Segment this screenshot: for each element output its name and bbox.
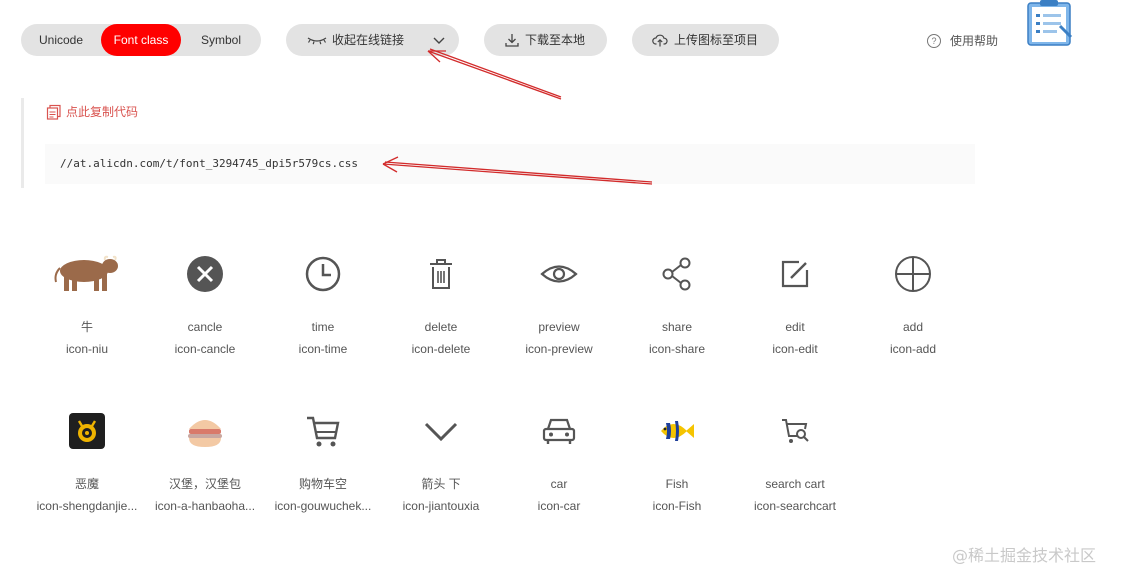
collapse-online-link-button[interactable]: 收起在线链接 xyxy=(286,24,459,56)
icon-name: 恶魔 xyxy=(74,477,99,491)
icon-class: icon-Fish xyxy=(652,499,702,513)
icon-grid: 牛 icon-niu cancle icon-cancle time icon-… xyxy=(28,240,988,540)
edit-icon xyxy=(781,260,809,288)
trash-icon xyxy=(430,259,452,289)
tab-font-class[interactable]: Font class xyxy=(101,24,181,56)
icon-class: icon-delete xyxy=(411,342,471,356)
toolbar: Unicode Font class Symbol 收起在线链接 下载至本地 上… xyxy=(0,0,1134,80)
icon-class: icon-time xyxy=(298,342,348,356)
watermark: @稀土掘金技术社区 xyxy=(952,546,1097,565)
icon-class: icon-share xyxy=(648,342,706,356)
icon-class: icon-gouwuchek... xyxy=(274,499,372,513)
cancel-icon xyxy=(187,256,223,292)
icon-card-preview[interactable]: preview icon-preview xyxy=(500,240,618,370)
cow-icon xyxy=(54,255,118,291)
icon-card-hanbaobao[interactable]: 汉堡，汉堡包 icon-a-hanbaoha... xyxy=(146,397,264,527)
share-icon xyxy=(662,257,691,291)
icon-name: 汉堡，汉堡包 xyxy=(168,477,241,491)
icon-class: icon-a-hanbaoha... xyxy=(154,499,256,513)
icon-class: icon-cancle xyxy=(174,342,236,356)
upload-to-project-button[interactable]: 上传图标至项目 xyxy=(632,24,779,56)
icon-class: icon-shengdanjie... xyxy=(36,499,138,513)
icon-card-niu[interactable]: 牛 icon-niu xyxy=(28,240,146,370)
icon-card-shengdanjie[interactable]: 恶魔 icon-shengdanjie... xyxy=(28,397,146,527)
chevron-down-icon xyxy=(424,422,458,442)
upload-to-project-label: 上传图标至项目 xyxy=(674,33,759,47)
code-type-switch: Unicode Font class Symbol xyxy=(21,24,261,56)
clock-icon xyxy=(305,256,341,292)
demon-icon xyxy=(69,413,105,449)
icon-name: car xyxy=(550,477,568,491)
hamburger-icon xyxy=(188,420,222,447)
icon-name: cancle xyxy=(187,320,223,334)
tab-unicode[interactable]: Unicode xyxy=(21,24,101,56)
download-button[interactable]: 下载至本地 xyxy=(484,24,607,56)
search-cart-icon xyxy=(782,419,809,443)
download-label: 下载至本地 xyxy=(525,33,586,47)
icon-name: delete xyxy=(424,320,458,334)
icon-class: icon-edit xyxy=(772,342,818,356)
car-icon xyxy=(542,418,576,444)
icon-card-add[interactable]: add icon-add xyxy=(854,240,972,370)
icon-name: 箭头 下 xyxy=(421,477,461,491)
icon-card-fish[interactable]: Fish icon-Fish xyxy=(618,397,736,527)
icon-card-delete[interactable]: delete icon-delete xyxy=(382,240,500,370)
icon-name: edit xyxy=(785,320,805,334)
icon-card-cancle[interactable]: cancle icon-cancle xyxy=(146,240,264,370)
icon-name: time xyxy=(311,320,335,334)
icon-card-car[interactable]: car icon-car xyxy=(500,397,618,527)
icon-name: add xyxy=(902,320,924,334)
icon-card-time[interactable]: time icon-time xyxy=(264,240,382,370)
copy-code-label: 点此复制代码 xyxy=(66,105,139,119)
icon-class: icon-jiantouxia xyxy=(402,499,480,513)
icon-name: share xyxy=(661,320,693,334)
icon-class: icon-preview xyxy=(525,342,593,356)
icon-name: 牛 xyxy=(80,320,93,334)
cloud-upload-icon xyxy=(652,34,668,47)
question-icon: ? xyxy=(927,34,941,48)
icon-card-share[interactable]: share icon-share xyxy=(618,240,736,370)
help-label: 使用帮助 xyxy=(950,34,999,48)
copy-icon xyxy=(46,104,61,120)
css-url-box[interactable]: //at.alicdn.com/t/font_3294745_dpi5r579c… xyxy=(45,144,975,184)
icon-class: icon-car xyxy=(537,499,581,513)
icon-card-jiantouxia[interactable]: 箭头 下 icon-jiantouxia xyxy=(382,397,500,527)
icon-class: icon-add xyxy=(889,342,937,356)
online-link-panel: 点此复制代码 //at.alicdn.com/t/font_3294745_dp… xyxy=(21,98,984,188)
icon-name: 购物车空 xyxy=(298,477,347,491)
tab-symbol[interactable]: Symbol xyxy=(181,24,261,56)
eye-closed-icon xyxy=(307,37,327,45)
icon-name: search cart xyxy=(765,477,825,491)
icon-card-searchcart[interactable]: search cart icon-searchcart xyxy=(736,397,854,527)
css-url: //at.alicdn.com/t/font_3294745_dpi5r579c… xyxy=(60,157,359,170)
cart-icon xyxy=(307,416,340,447)
chevron-down-icon xyxy=(433,37,445,44)
download-icon xyxy=(505,34,519,47)
icon-class: icon-niu xyxy=(65,342,109,356)
icon-card-edit[interactable]: edit icon-edit xyxy=(736,240,854,370)
icon-name: Fish xyxy=(665,477,689,491)
icon-name: preview xyxy=(538,320,580,334)
icon-card-gouwuchekong[interactable]: 购物车空 icon-gouwuchek... xyxy=(264,397,382,527)
add-icon xyxy=(895,256,931,292)
icon-class: icon-searchcart xyxy=(753,499,837,513)
collapse-online-link-label: 收起在线链接 xyxy=(332,33,405,47)
fish-icon xyxy=(661,421,694,441)
clipboard-logo-icon xyxy=(1027,0,1073,46)
eye-icon xyxy=(540,265,578,283)
